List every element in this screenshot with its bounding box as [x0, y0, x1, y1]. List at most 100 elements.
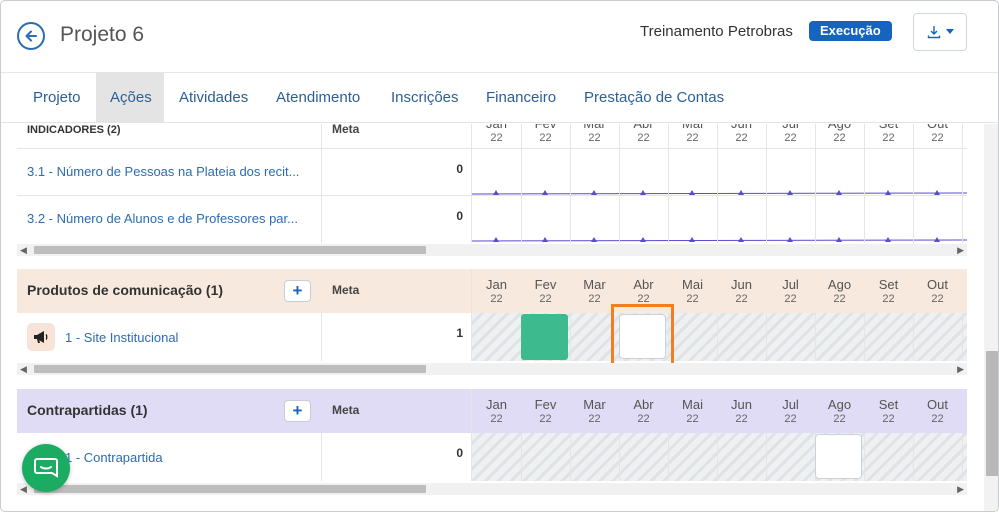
- indicator-point: [493, 190, 499, 195]
- month-header-mar: Mar22: [583, 397, 606, 426]
- month-header-jan: Jan22: [486, 124, 507, 144]
- month-header-jul: Jul22: [782, 397, 799, 426]
- produto-label[interactable]: 1 - Site Institucional: [65, 330, 178, 345]
- indicator-point: [885, 190, 891, 195]
- month-header-jul: Jul22: [782, 124, 799, 144]
- organization-name: Treinamento Petrobras: [640, 23, 793, 40]
- scroll-left-icon[interactable]: ◀: [20, 245, 27, 256]
- tab-inscricoes[interactable]: Inscrições: [376, 73, 474, 123]
- meta-header: Meta: [332, 403, 360, 417]
- indicator-point: [787, 237, 793, 242]
- tab-prestacao-de-contas[interactable]: Prestação de Contas: [569, 73, 739, 123]
- table-row: 1 - Contrapartida 0: [17, 433, 967, 481]
- page-header: Projeto 6 Treinamento Petrobras Execução: [1, 1, 998, 73]
- meta-header: Meta: [332, 124, 360, 136]
- indicator-meta: 0: [456, 209, 463, 223]
- indicator-point: [885, 237, 891, 242]
- indicator-point: [542, 190, 548, 195]
- schedule-cell-fev-filled[interactable]: [521, 314, 568, 360]
- scroll-right-icon[interactable]: ▶: [957, 364, 964, 375]
- month-header-mar: Mar22: [583, 277, 606, 306]
- megaphone-icon: [27, 323, 55, 351]
- indicator-point: [934, 237, 940, 242]
- indicator-point: [787, 190, 793, 195]
- month-header-fev: Fev22: [534, 277, 557, 306]
- month-header-jan: Jan22: [486, 277, 507, 306]
- indicator-label[interactable]: 3.1 - Número de Pessoas na Plateia dos r…: [27, 164, 299, 179]
- vertical-scrollbar-thumb[interactable]: [986, 351, 998, 476]
- month-header-mai: Mai22: [682, 124, 703, 144]
- schedule-cell-ago[interactable]: [815, 434, 862, 479]
- produto-meta: 1: [456, 326, 463, 340]
- month-header-jun: Jun22: [731, 124, 752, 144]
- month-header-jul: Jul22: [782, 277, 799, 306]
- month-header-jun: Jun22: [731, 397, 752, 426]
- chat-launcher-button[interactable]: [22, 444, 70, 492]
- indicator-trend-lines: [472, 190, 967, 242]
- month-header-jun: Jun22: [731, 277, 752, 306]
- tab-financeiro[interactable]: Financeiro: [471, 73, 571, 123]
- chat-icon: [34, 458, 58, 478]
- scrollbar-thumb[interactable]: [34, 485, 426, 493]
- indicator-point: [738, 237, 744, 242]
- indicator-meta: 0: [456, 162, 463, 176]
- indicadores-title: INDICADORES (2): [27, 124, 121, 136]
- indicator-point: [591, 190, 597, 195]
- month-header-ago: Ago22: [827, 277, 852, 306]
- scrollbar-thumb[interactable]: [34, 365, 426, 373]
- indicator-point: [738, 190, 744, 195]
- tab-atendimento[interactable]: Atendimento: [261, 73, 375, 123]
- produtos-section: Produtos de comunicação (1) + Meta Jan 22…: [17, 269, 967, 383]
- contrapartida-label[interactable]: 1 - Contrapartida: [65, 450, 163, 465]
- indicator-label[interactable]: 3.2 - Número de Alunos e de Professores …: [27, 211, 298, 226]
- indicator-point: [836, 237, 842, 242]
- download-dropdown-button[interactable]: [913, 13, 967, 51]
- horizontal-scrollbar[interactable]: ◀ ▶: [17, 483, 967, 495]
- scroll-left-icon[interactable]: ◀: [20, 484, 27, 495]
- month-header-set: Set22: [879, 124, 899, 144]
- contrapartidas-section: Contrapartidas (1) + Meta Jan 22 Fev 22 Mar 2…: [17, 389, 967, 511]
- contrapartida-meta: 0: [456, 446, 463, 460]
- indicator-point: [493, 237, 499, 242]
- tab-atividades[interactable]: Atividades: [164, 73, 263, 123]
- caret-down-icon: [946, 29, 954, 34]
- arrow-left-icon: [25, 30, 37, 42]
- month-header-set: Set22: [878, 277, 899, 306]
- scroll-left-icon[interactable]: ◀: [20, 364, 27, 375]
- tab-acoes[interactable]: Ações: [96, 73, 164, 123]
- add-contrapartida-button[interactable]: +: [284, 400, 311, 422]
- month-header-jan: Jan22: [486, 397, 507, 426]
- meta-header: Meta: [332, 283, 360, 297]
- status-badge: Execução: [809, 21, 892, 41]
- indicadores-section: INDICADORES (2) Meta Jan22 Fev22 Mar22 Abr2…: [17, 124, 967, 263]
- indicator-point: [640, 190, 646, 195]
- indicator-point: [542, 237, 548, 242]
- indicator-point: [689, 190, 695, 195]
- scrollbar-thumb[interactable]: [34, 246, 426, 254]
- month-header-abr: Abr22: [633, 124, 653, 144]
- tab-projeto[interactable]: Projeto: [18, 73, 96, 123]
- horizontal-scrollbar[interactable]: ◀ ▶: [17, 363, 967, 375]
- month-header-ago: Ago22: [828, 124, 851, 144]
- add-produto-button[interactable]: +: [284, 280, 311, 302]
- download-icon: [927, 26, 941, 39]
- indicator-point: [591, 237, 597, 242]
- indicator-point: [934, 190, 940, 195]
- indicator-point: [836, 190, 842, 195]
- back-button[interactable]: [17, 22, 45, 50]
- app-window: Projeto 6 Treinamento Petrobras Execução…: [0, 0, 999, 512]
- indicator-point: [640, 237, 646, 242]
- scroll-right-icon[interactable]: ▶: [957, 245, 964, 256]
- month-header-abr: Abr22: [633, 277, 654, 306]
- month-header-fev: Fev22: [534, 397, 557, 426]
- produtos-header: Produtos de comunicação (1) + Meta Jan 22…: [17, 269, 967, 313]
- contrapartidas-header: Contrapartidas (1) + Meta Jan 22 Fev 22 Mar 2…: [17, 389, 967, 433]
- month-header-fev: Fev22: [535, 124, 557, 144]
- horizontal-scrollbar[interactable]: ◀ ▶: [17, 244, 967, 256]
- month-header-mar: Mar22: [583, 124, 605, 144]
- month-header-out: Out22: [927, 277, 948, 306]
- month-header-out: Out22: [927, 124, 948, 144]
- scroll-right-icon[interactable]: ▶: [957, 484, 964, 495]
- actions-content: INDICADORES (2) Meta Jan22 Fev22 Mar22 Abr2…: [1, 124, 984, 511]
- schedule-cell-abr[interactable]: [619, 314, 666, 359]
